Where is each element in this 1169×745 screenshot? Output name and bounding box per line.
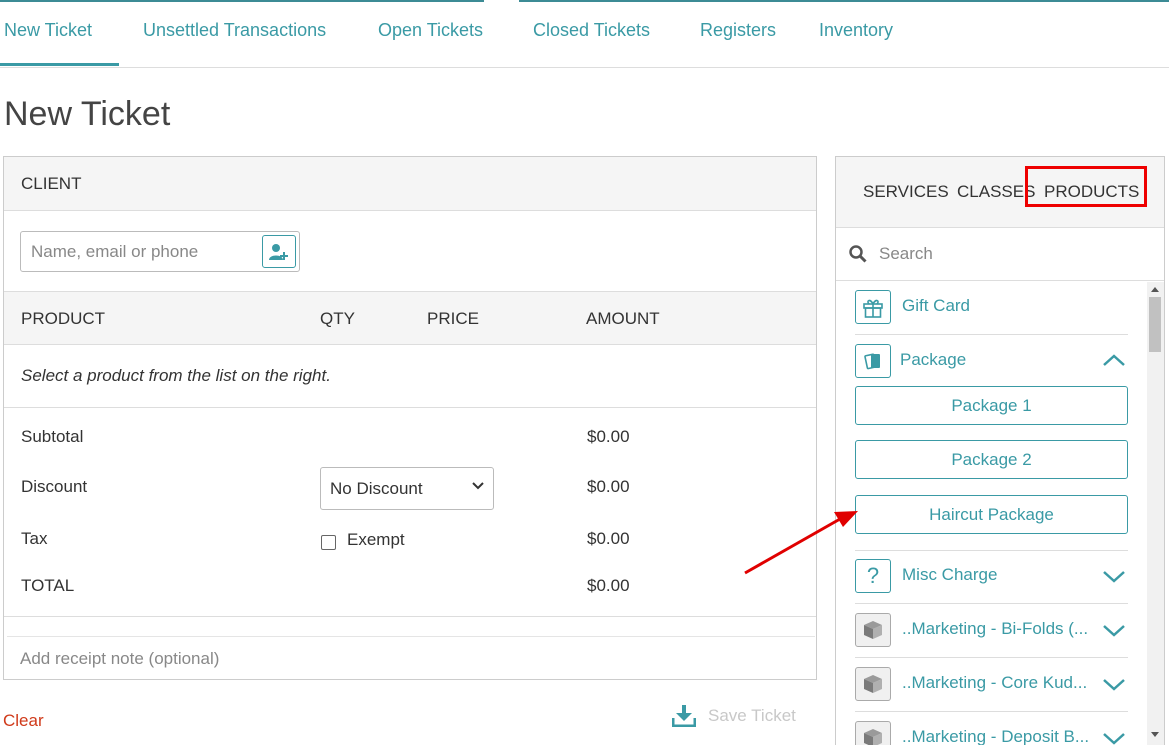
divider bbox=[4, 616, 816, 617]
box-icon bbox=[855, 721, 891, 745]
question-icon: ? bbox=[855, 559, 891, 593]
tab-closed-tickets[interactable]: Closed Tickets bbox=[533, 20, 650, 44]
tab-registers[interactable]: Registers bbox=[700, 20, 776, 44]
category-label: ..Marketing - Deposit B... bbox=[902, 727, 1090, 745]
column-price: PRICE bbox=[427, 309, 479, 328]
chevron-up-icon[interactable] bbox=[1102, 353, 1126, 367]
category-label: Package bbox=[900, 350, 967, 369]
column-product: PRODUCT bbox=[21, 309, 106, 328]
category-package[interactable]: Package bbox=[855, 335, 1128, 381]
category-marketing-bi-folds[interactable]: ..Marketing - Bi-Folds (... bbox=[855, 604, 1128, 658]
annotation-highlight-box bbox=[1025, 166, 1147, 207]
chevron-down-icon[interactable] bbox=[1102, 678, 1126, 692]
tax-label: Tax bbox=[21, 529, 48, 548]
chevron-down-icon[interactable] bbox=[1102, 624, 1126, 638]
ticket-panel: CLIENT PRODUCT QTY PRICE AMOUNT Select a… bbox=[3, 156, 817, 680]
box-icon bbox=[855, 667, 891, 701]
discount-select[interactable]: No Discount bbox=[320, 467, 494, 510]
discount-label: Discount bbox=[21, 477, 88, 496]
subtotal-value: $0.00 bbox=[587, 427, 630, 446]
scroll-thumb[interactable] bbox=[1149, 297, 1161, 352]
client-section-header: CLIENT bbox=[4, 157, 816, 211]
add-client-button[interactable] bbox=[262, 235, 296, 268]
catalog-panel: SERVICES CLASSES PRODUCTS Gift Card bbox=[835, 156, 1165, 745]
chevron-down-icon[interactable] bbox=[1102, 570, 1126, 584]
category-label: ..Marketing - Bi-Folds (... bbox=[902, 619, 1089, 638]
divider bbox=[4, 407, 816, 408]
tax-exempt-label: Exempt bbox=[347, 530, 405, 549]
category-label: Misc Charge bbox=[902, 565, 998, 584]
client-header-label: CLIENT bbox=[21, 174, 82, 193]
tab-services[interactable]: SERVICES bbox=[863, 182, 949, 202]
package-item-button[interactable]: Package 1 bbox=[855, 386, 1128, 425]
discount-value: $0.00 bbox=[587, 477, 630, 496]
cards-icon bbox=[855, 344, 891, 378]
total-value: $0.00 bbox=[587, 576, 630, 595]
tab-new-ticket[interactable]: New Ticket bbox=[4, 20, 92, 44]
client-search-input[interactable] bbox=[31, 240, 256, 264]
category-marketing-deposit[interactable]: ..Marketing - Deposit B... bbox=[855, 712, 1128, 745]
chevron-down-icon bbox=[472, 482, 484, 490]
clear-button[interactable]: Clear bbox=[3, 711, 44, 731]
tab-classes[interactable]: CLASSES bbox=[957, 182, 1035, 202]
save-ticket-button[interactable]: Save Ticket bbox=[672, 703, 796, 729]
client-search-box bbox=[20, 231, 300, 272]
save-ticket-label: Save Ticket bbox=[708, 706, 796, 725]
tab-inventory[interactable]: Inventory bbox=[819, 20, 893, 44]
category-marketing-core-kud[interactable]: ..Marketing - Core Kud... bbox=[855, 658, 1128, 712]
tab-unsettled-transactions[interactable]: Unsettled Transactions bbox=[143, 20, 326, 44]
scroll-down-arrow[interactable] bbox=[1151, 732, 1159, 737]
search-icon bbox=[849, 245, 867, 263]
page-title: New Ticket bbox=[4, 95, 171, 133]
catalog-tabs: SERVICES CLASSES PRODUCTS bbox=[836, 157, 1164, 228]
category-gift-card[interactable]: Gift Card bbox=[855, 281, 1128, 335]
category-misc-charge[interactable]: ? Misc Charge bbox=[855, 550, 1128, 604]
tax-value: $0.00 bbox=[587, 529, 630, 548]
product-table-header: PRODUCT QTY PRICE AMOUNT bbox=[4, 291, 816, 345]
category-label: ..Marketing - Core Kud... bbox=[902, 673, 1088, 692]
catalog-scrollbar[interactable] bbox=[1147, 282, 1164, 745]
download-icon bbox=[672, 705, 696, 727]
add-user-icon bbox=[269, 243, 288, 260]
active-tab-indicator bbox=[0, 63, 119, 66]
subtotal-label: Subtotal bbox=[21, 427, 84, 446]
scroll-up-arrow[interactable] bbox=[1151, 287, 1159, 292]
catalog-search-input[interactable] bbox=[879, 242, 1149, 266]
main-nav: New Ticket Unsettled Transactions Open T… bbox=[0, 0, 1169, 68]
catalog-search-box bbox=[836, 229, 1164, 281]
column-amount: AMOUNT bbox=[586, 309, 660, 328]
gift-icon bbox=[855, 290, 891, 324]
package-item-button[interactable]: Package 2 bbox=[855, 440, 1128, 479]
box-icon bbox=[855, 613, 891, 647]
receipt-note-box bbox=[7, 636, 815, 678]
tab-open-tickets[interactable]: Open Tickets bbox=[378, 20, 483, 44]
receipt-note-input[interactable] bbox=[20, 647, 800, 671]
column-qty: QTY bbox=[320, 309, 355, 328]
category-label: Gift Card bbox=[902, 296, 971, 315]
total-label: TOTAL bbox=[21, 576, 75, 595]
chevron-down-icon[interactable] bbox=[1102, 732, 1126, 745]
tax-exempt-checkbox[interactable] bbox=[321, 535, 336, 550]
package-item-button[interactable]: Haircut Package bbox=[855, 495, 1128, 534]
empty-table-message: Select a product from the list on the ri… bbox=[21, 366, 331, 385]
discount-selected-value: No Discount bbox=[330, 478, 423, 498]
